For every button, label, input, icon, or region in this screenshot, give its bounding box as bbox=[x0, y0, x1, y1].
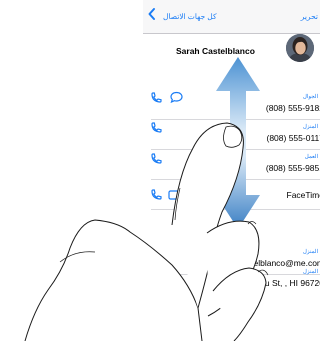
hand-illustration bbox=[24, 122, 269, 341]
